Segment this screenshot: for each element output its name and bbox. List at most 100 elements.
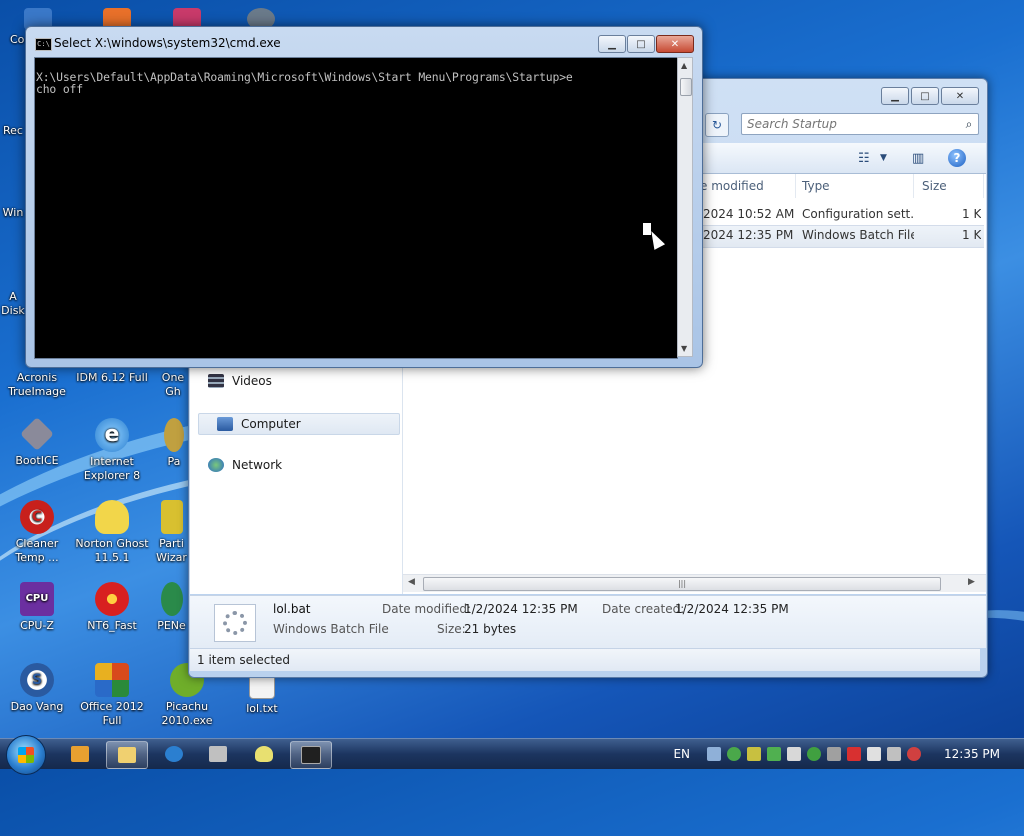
taskbar-cmd[interactable]	[290, 741, 332, 769]
file-type: Configuration sett...	[802, 207, 914, 221]
desktop-icon-pa[interactable]: Pa	[160, 418, 188, 469]
taskbar-network-tool[interactable]	[198, 741, 238, 767]
taskbar-explorer[interactable]	[106, 741, 148, 769]
taskbar-pinned-media[interactable]	[60, 741, 100, 767]
explorer-caption-buttons: ▁ □ ✕	[881, 87, 979, 105]
file-date: 2024 12:35 PM	[703, 228, 794, 242]
taskbar-internet-explorer[interactable]	[154, 741, 194, 767]
cmd-maximize-button[interactable]: □	[627, 35, 655, 53]
desktop-icon-internet-explorer[interactable]: e Internet Explorer 8	[75, 418, 149, 483]
nav-item-computer[interactable]: Computer	[198, 413, 400, 435]
desktop-icon-one-ghost[interactable]: One Gh	[158, 371, 188, 399]
desktop-icon-recycle[interactable]: Rec	[0, 124, 28, 138]
cmd-vertical-scrollbar[interactable]: ▲ ▼	[677, 57, 693, 357]
file-size: 1 K	[962, 207, 982, 221]
file-size: 1 K	[962, 228, 982, 242]
cmd-close-button[interactable]: ✕	[656, 35, 694, 53]
clock[interactable]: 12:35 PM	[944, 747, 1000, 761]
search-box: ⌕	[741, 113, 979, 135]
desktop-icon-idm[interactable]: IDM 6.12 Full	[75, 371, 149, 385]
cmd-app-icon[interactable]: C:\	[35, 38, 52, 51]
desktop-icon-win[interactable]: Win	[0, 206, 28, 220]
scroll-left-arrow-icon[interactable]: ◀	[408, 577, 415, 587]
desktop-icon-cleaner[interactable]: C Cleaner Temp ...	[0, 500, 74, 565]
file-row[interactable]: 2024 10:52 AM Configuration sett... 1 K	[692, 204, 984, 225]
desktop-icon-nt6-fast[interactable]: NT6_Fast	[75, 582, 149, 633]
volume-muted-icon[interactable]	[907, 747, 921, 761]
dao-vang-icon: S	[20, 663, 54, 697]
language-indicator[interactable]: EN	[673, 747, 690, 761]
help-button[interactable]: ?	[948, 149, 966, 167]
videos-icon	[208, 374, 224, 388]
refresh-button[interactable]: ↻	[705, 113, 729, 137]
tray-icon[interactable]	[727, 747, 741, 761]
horizontal-scrollbar[interactable]: ◀ ||| ▶	[403, 574, 986, 592]
ghost-icon	[95, 500, 129, 534]
cpu-z-icon: CPU	[20, 582, 54, 616]
internet-explorer-icon	[165, 746, 183, 762]
nav-item-videos[interactable]: Videos	[198, 371, 398, 391]
column-header-date-modified[interactable]: e modified	[692, 174, 796, 198]
start-button[interactable]	[6, 735, 46, 775]
details-pane: lol.bat Windows Batch File Date modified…	[190, 595, 986, 648]
view-dropdown-chevron-icon[interactable]: ▼	[880, 149, 887, 167]
explorer-minimize-button[interactable]: ▁	[881, 87, 909, 105]
console-output: X:\Users\Default\AppData\Roaming\Microso…	[36, 70, 573, 96]
app-icon	[164, 418, 184, 452]
desktop-icon-bootice[interactable]: BootICE	[0, 417, 74, 468]
app-icon	[160, 582, 183, 616]
desktop-icon-partition-wizard[interactable]: Parti Wizar	[155, 500, 188, 565]
search-input[interactable]	[742, 114, 960, 134]
scroll-down-arrow-icon[interactable]: ▼	[681, 344, 687, 353]
cmd-window[interactable]: C:\ Select X:\windows\system32\cmd.exe ▁…	[25, 26, 703, 368]
scroll-right-arrow-icon[interactable]: ▶	[968, 577, 975, 587]
cmd-window-title: Select X:\windows\system32\cmd.exe	[54, 36, 281, 50]
tray-icon[interactable]	[827, 747, 841, 761]
system-tray: EN 12:35 PM	[673, 739, 1024, 769]
desktop-icon-norton-ghost[interactable]: Norton Ghost 11.5.1	[75, 500, 149, 565]
column-header-type[interactable]: Type	[794, 174, 914, 198]
details-date-created-label: Date created:	[602, 602, 685, 616]
cmd-scroll-thumb[interactable]	[680, 78, 692, 96]
cmd-console[interactable]: X:\Users\Default\AppData\Roaming\Microso…	[34, 57, 678, 359]
tray-icon[interactable]	[787, 747, 801, 761]
scroll-up-arrow-icon[interactable]: ▲	[681, 61, 687, 70]
taskbar-norton-ghost[interactable]	[244, 741, 284, 767]
change-view-icon[interactable]: ☷	[858, 149, 870, 167]
flag-icon[interactable]	[867, 747, 881, 761]
file-row-selected[interactable]: 2024 12:35 PM Windows Batch File 1 K	[692, 225, 984, 248]
file-date: 2024 10:52 AM	[703, 207, 795, 221]
cmd-icon	[301, 746, 321, 764]
shield-icon[interactable]	[847, 747, 861, 761]
explorer-maximize-button[interactable]: □	[911, 87, 939, 105]
preview-pane-icon[interactable]: ▥	[912, 149, 924, 167]
nav-item-network[interactable]: Network	[198, 455, 398, 475]
network-icon	[208, 458, 224, 472]
details-size-value: 21 bytes	[464, 622, 517, 636]
tray-icon[interactable]	[747, 747, 761, 761]
explorer-close-button[interactable]: ✕	[941, 87, 979, 105]
ghost-icon	[255, 746, 273, 762]
desktop-icon-office-2012[interactable]: Office 2012 Full	[75, 663, 149, 728]
taskbar: EN 12:35 PM	[0, 735, 1024, 775]
column-header-size[interactable]: Size	[914, 174, 984, 198]
horizontal-scroll-thumb[interactable]: |||	[423, 577, 941, 591]
details-date-modified-label: Date modified:	[382, 602, 472, 616]
office-icon	[95, 663, 129, 697]
desktop-icon-acronis[interactable]: Acronis TrueImage	[0, 371, 74, 399]
details-size-label: Size:	[437, 622, 466, 636]
network-icon[interactable]	[887, 747, 901, 761]
tray-icon[interactable]	[707, 747, 721, 761]
media-player-icon	[71, 746, 89, 762]
cmd-minimize-button[interactable]: ▁	[598, 35, 626, 53]
desktop-icon-dao-vang[interactable]: S Dao Vang	[0, 663, 74, 714]
computer-icon	[217, 417, 233, 431]
tray-icon[interactable]	[767, 747, 781, 761]
batch-file-icon	[214, 604, 256, 642]
desktop-icon-disk[interactable]: A Disk	[0, 290, 28, 318]
desktop-icon-penet[interactable]: PENe	[155, 582, 188, 633]
internet-explorer-icon: e	[95, 418, 129, 452]
play-icon[interactable]	[807, 747, 821, 761]
desktop-icon-cpu-z[interactable]: CPU CPU-Z	[0, 582, 74, 633]
search-icon[interactable]: ⌕	[960, 117, 978, 132]
